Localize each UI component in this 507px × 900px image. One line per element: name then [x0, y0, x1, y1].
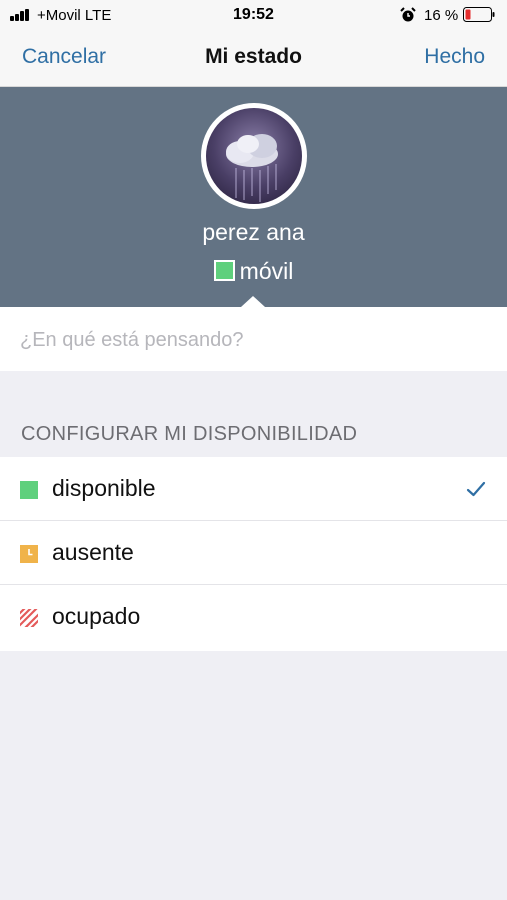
alarm-icon [400, 7, 416, 22]
availability-option-label: ausente [52, 539, 134, 565]
availability-list: disponible ausente ocupado [0, 457, 507, 651]
availability-option-ocupado[interactable]: ocupado [0, 585, 507, 651]
profile-header: perez ana móvil [0, 87, 507, 307]
away-clock-icon [20, 545, 38, 563]
available-square-icon [20, 481, 38, 499]
header-pointer [241, 296, 265, 307]
status-bar: +Movil LTE 19:52 16 % [0, 0, 507, 30]
presence-label: móvil [239, 258, 294, 284]
status-message-input[interactable] [18, 321, 492, 359]
presence-square-icon [213, 260, 235, 281]
checkmark-icon [466, 481, 486, 497]
avatar[interactable] [201, 103, 307, 209]
availability-option-ausente[interactable]: ausente [0, 521, 507, 585]
navigation-bar: Cancelar Mi estado Hecho [0, 30, 507, 87]
availability-option-disponible[interactable]: disponible [0, 457, 507, 521]
battery-icon [463, 7, 495, 22]
battery-percentage: 16 % [424, 7, 459, 24]
presence-status: móvil [0, 258, 507, 285]
status-message-container [0, 307, 507, 371]
busy-striped-icon [20, 609, 38, 627]
avatar-image [206, 108, 302, 204]
cloud-rain-picture [206, 108, 302, 204]
availability-section-header: CONFIGURAR MI DISPONIBILIDAD [21, 423, 358, 445]
availability-option-label: disponible [52, 475, 156, 501]
done-button[interactable]: Hecho [424, 45, 485, 69]
profile-name: perez ana [202, 219, 305, 245]
availability-option-label: ocupado [52, 603, 141, 629]
